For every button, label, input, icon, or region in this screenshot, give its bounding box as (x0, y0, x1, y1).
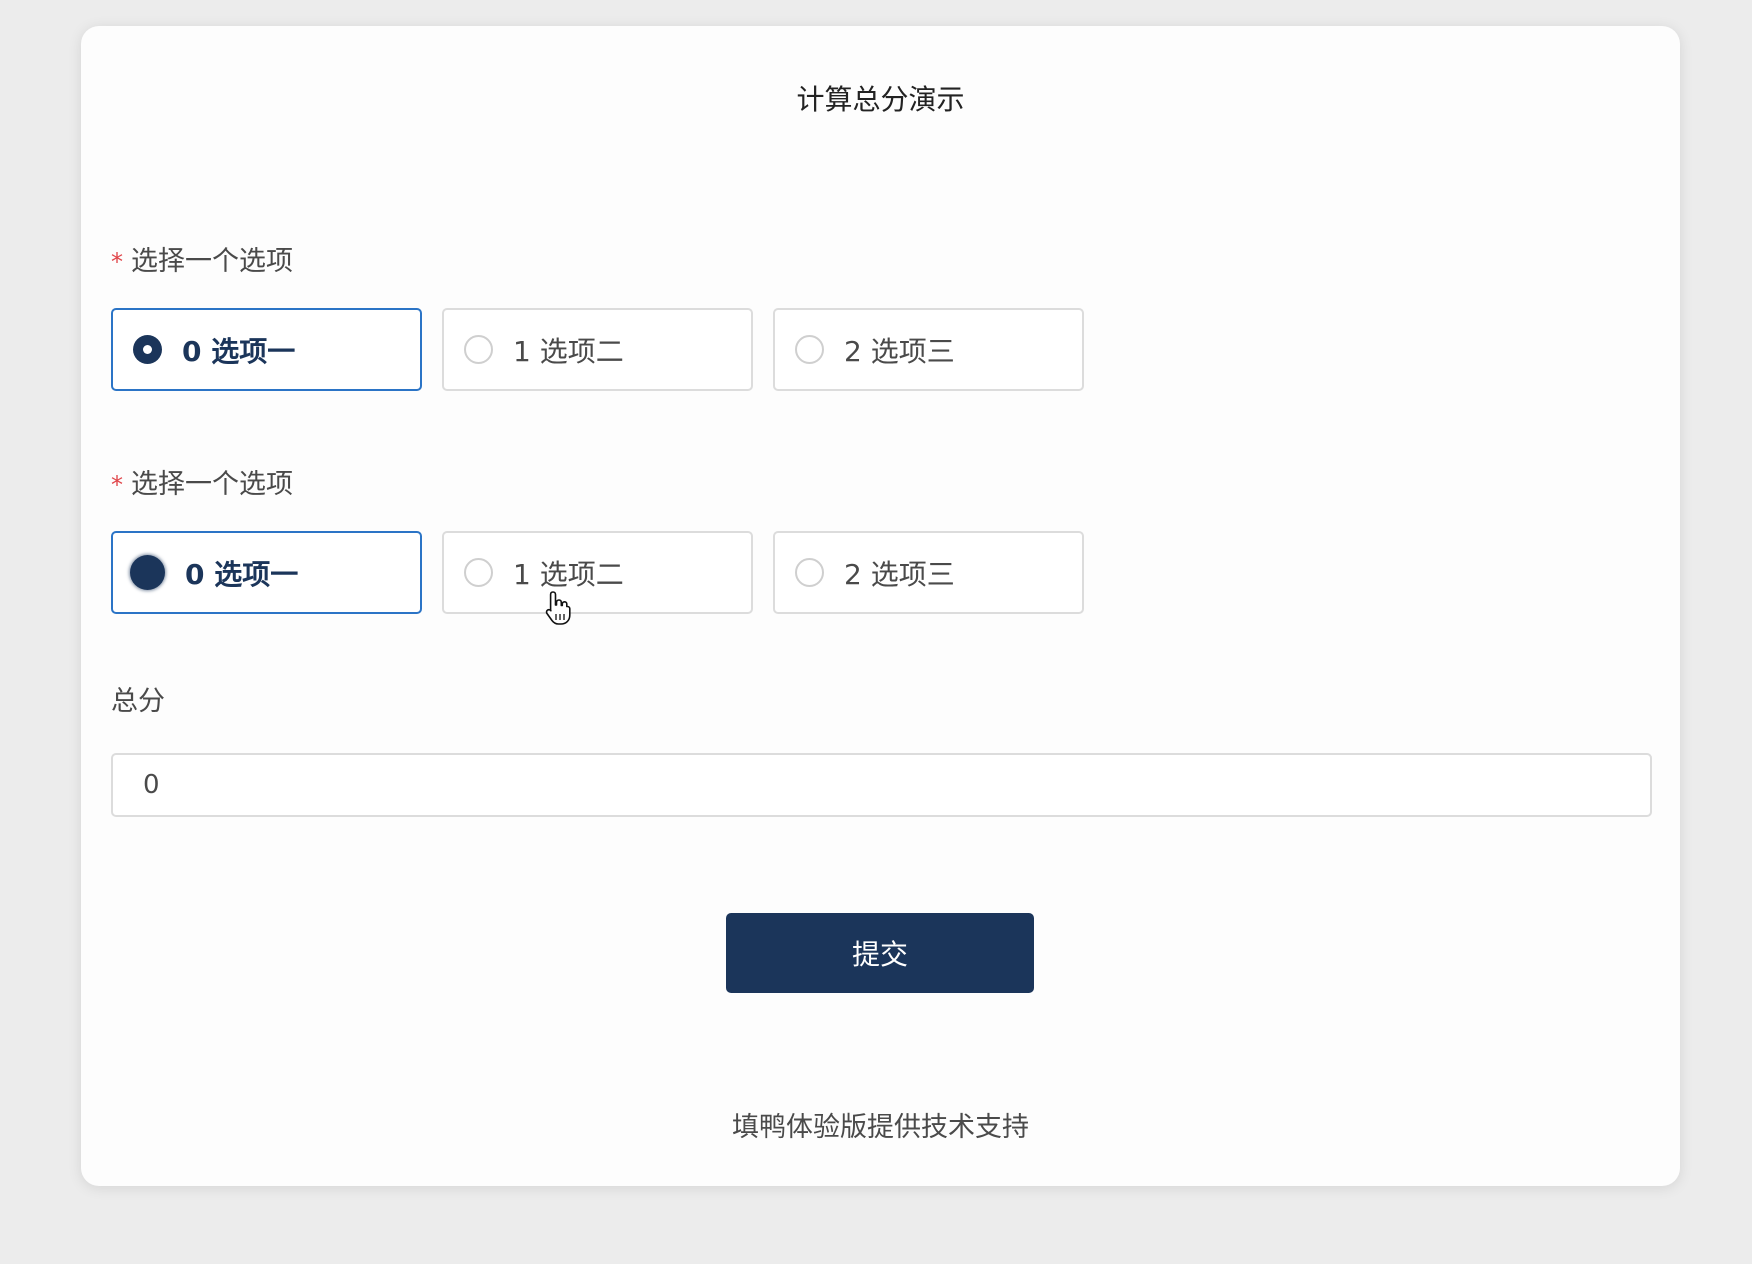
radio-unchecked-icon[interactable] (464, 558, 493, 587)
form-card: 计算总分演示 * 选择一个选项 0 选项一 1 选项二 2 选项三 * 选择一个选项… (81, 26, 1680, 1186)
radio-checked-icon[interactable] (133, 335, 162, 364)
question-1-text: 选择一个选项 (131, 246, 293, 277)
total-score-field[interactable] (111, 753, 1652, 817)
submit-button[interactable]: 提交 (726, 913, 1034, 993)
question-2-text: 选择一个选项 (131, 469, 293, 500)
option-label: 0 选项一 (185, 557, 299, 591)
radio-checked-icon[interactable] (130, 555, 165, 590)
option-label: 0 选项一 (182, 334, 296, 368)
question-2-option-0[interactable]: 0 选项一 (111, 531, 422, 614)
footer-credit: 填鸭体验版提供技术支持 (732, 1112, 1029, 1143)
question-1-option-2[interactable]: 2 选项三 (773, 308, 1084, 391)
radio-unchecked-icon[interactable] (795, 558, 824, 587)
form-title: 计算总分演示 (796, 83, 965, 116)
total-score-label: 总分 (111, 686, 165, 717)
question-2-label: * 选择一个选项 (111, 466, 293, 504)
option-label: 2 选项三 (844, 557, 955, 591)
question-2-options: 0 选项一 1 选项二 2 选项三 (111, 531, 1084, 614)
question-2-option-2[interactable]: 2 选项三 (773, 531, 1084, 614)
required-mark: * (111, 471, 123, 499)
question-1-option-0[interactable]: 0 选项一 (111, 308, 422, 391)
option-label: 2 选项三 (844, 334, 955, 368)
question-1-options: 0 选项一 1 选项二 2 选项三 (111, 308, 1084, 391)
question-1-label: * 选择一个选项 (111, 243, 293, 281)
radio-unchecked-icon[interactable] (464, 335, 493, 364)
question-1-option-1[interactable]: 1 选项二 (442, 308, 753, 391)
question-2-option-1[interactable]: 1 选项二 (442, 531, 753, 614)
radio-unchecked-icon[interactable] (795, 335, 824, 364)
option-label: 1 选项二 (513, 557, 624, 591)
option-label: 1 选项二 (513, 334, 624, 368)
required-mark: * (111, 248, 123, 276)
